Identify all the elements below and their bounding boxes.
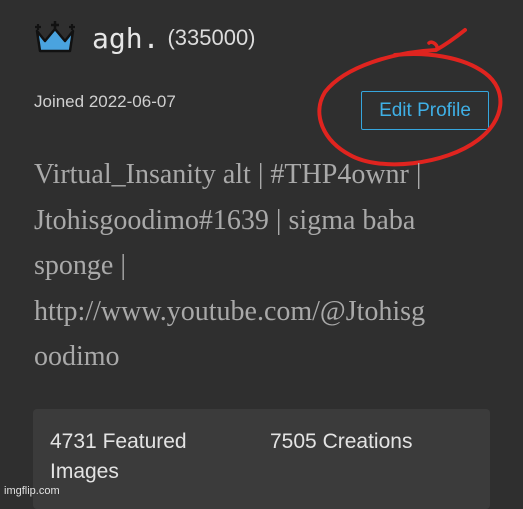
- profile-page: agh. (335000) Joined 2022-06-07 Edit Pro…: [0, 0, 523, 509]
- profile-header: agh. (335000): [34, 16, 256, 60]
- bio-line: Virtual_Insanity alt | #THP4ownr |: [34, 159, 422, 190]
- featured-count: 4731: [50, 430, 97, 453]
- creations-count: 7505: [270, 430, 317, 453]
- creations-label: Creations: [322, 430, 413, 453]
- creations-stat[interactable]: 7505 Creations: [270, 427, 412, 457]
- points-count: (335000): [167, 25, 256, 50]
- bio-line: Jtohisgoodimo#1639 | sigma baba: [34, 204, 416, 236]
- bio-line: sponge |: [34, 250, 126, 281]
- crown-icon: [35, 21, 75, 53]
- stats-panel: 4731 Featured Images 7505 Creations: [33, 409, 490, 509]
- edit-profile-button[interactable]: Edit Profile: [361, 91, 489, 130]
- username: agh.: [92, 21, 160, 55]
- bio-line: oodimo: [34, 341, 120, 372]
- profile-bio: Virtual_Insanity alt | #THP4ownr | Jtohi…: [34, 152, 504, 380]
- imgflip-watermark: imgflip.com: [4, 485, 60, 497]
- bio-line: http://www.youtube.com/@Jtohisg: [34, 295, 426, 327]
- featured-images-stat[interactable]: 4731 Featured Images: [50, 427, 240, 487]
- joined-date: Joined 2022-06-07: [34, 92, 176, 111]
